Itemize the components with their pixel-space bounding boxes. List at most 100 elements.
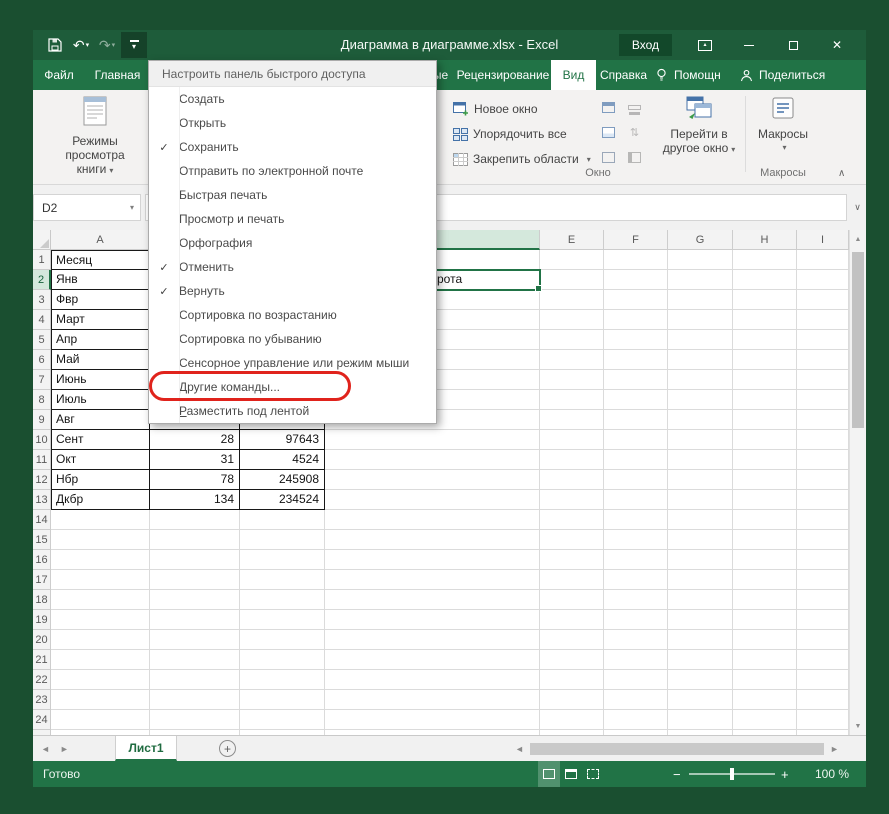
cell-B24[interactable]	[150, 710, 240, 730]
cell-G13[interactable]	[668, 490, 733, 510]
tab-file[interactable]: Файл	[33, 60, 85, 90]
cell-I17[interactable]	[797, 570, 849, 590]
cell-F3[interactable]	[604, 290, 668, 310]
row-header-16[interactable]: 16	[33, 550, 51, 570]
tab-home[interactable]: Главная	[85, 60, 150, 90]
cell-C23[interactable]	[240, 690, 325, 710]
cell-A5[interactable]: Апр	[51, 330, 150, 350]
cell-G11[interactable]	[668, 450, 733, 470]
cell-F23[interactable]	[604, 690, 668, 710]
cell-A23[interactable]	[51, 690, 150, 710]
save-button[interactable]	[43, 32, 67, 58]
cell-G9[interactable]	[668, 410, 733, 430]
cell-H11[interactable]	[733, 450, 797, 470]
cell-A4[interactable]: Март	[51, 310, 150, 330]
cell-G19[interactable]	[668, 610, 733, 630]
macros-button[interactable]: Макросы ▾	[752, 96, 814, 155]
cell-G14[interactable]	[668, 510, 733, 530]
cell-F16[interactable]	[604, 550, 668, 570]
cell-B12[interactable]: 78	[150, 470, 240, 490]
cell-C16[interactable]	[240, 550, 325, 570]
column-header-E[interactable]: E	[540, 230, 604, 250]
cell-I12[interactable]	[797, 470, 849, 490]
page-layout-view-button[interactable]	[560, 761, 582, 787]
cell-B20[interactable]	[150, 630, 240, 650]
cell-A9[interactable]: Авг	[51, 410, 150, 430]
cell-D16[interactable]	[325, 550, 540, 570]
cell-G21[interactable]	[668, 650, 733, 670]
column-header-H[interactable]: H	[733, 230, 797, 250]
cell-C17[interactable]	[240, 570, 325, 590]
row-header-10[interactable]: 10	[33, 430, 51, 450]
cell-F6[interactable]	[604, 350, 668, 370]
cell-E14[interactable]	[540, 510, 604, 530]
cell-B18[interactable]	[150, 590, 240, 610]
cell-C24[interactable]	[240, 710, 325, 730]
cell-C20[interactable]	[240, 630, 325, 650]
menu-item[interactable]: Сортировка по возрастанию	[149, 303, 436, 327]
cell-B21[interactable]	[150, 650, 240, 670]
assistant-button[interactable]: Помощн	[655, 60, 721, 90]
cell-A11[interactable]: Окт	[51, 450, 150, 470]
scroll-up-icon[interactable]: ▲	[850, 231, 866, 247]
cell-A16[interactable]	[51, 550, 150, 570]
cell-E19[interactable]	[540, 610, 604, 630]
cell-D11[interactable]	[325, 450, 540, 470]
cell-D19[interactable]	[325, 610, 540, 630]
cell-I1[interactable]	[797, 250, 849, 270]
cell-I8[interactable]	[797, 390, 849, 410]
cell-F20[interactable]	[604, 630, 668, 650]
cell-B17[interactable]	[150, 570, 240, 590]
cell-E4[interactable]	[540, 310, 604, 330]
cell-H18[interactable]	[733, 590, 797, 610]
cell-F14[interactable]	[604, 510, 668, 530]
column-header-G[interactable]: G	[668, 230, 733, 250]
cell-F7[interactable]	[604, 370, 668, 390]
previous-sheet-icon[interactable]: ◄	[41, 744, 50, 754]
row-header-19[interactable]: 19	[33, 610, 51, 630]
cell-F9[interactable]	[604, 410, 668, 430]
cell-A20[interactable]	[51, 630, 150, 650]
cell-E3[interactable]	[540, 290, 604, 310]
cell-G24[interactable]	[668, 710, 733, 730]
cell-E9[interactable]	[540, 410, 604, 430]
cell-I15[interactable]	[797, 530, 849, 550]
cell-E7[interactable]	[540, 370, 604, 390]
next-sheet-icon[interactable]: ►	[60, 744, 69, 754]
cell-A15[interactable]	[51, 530, 150, 550]
cell-I2[interactable]	[797, 270, 849, 290]
cell-E17[interactable]	[540, 570, 604, 590]
cell-G1[interactable]	[668, 250, 733, 270]
row-header-3[interactable]: 3	[33, 290, 51, 310]
cell-D21[interactable]	[325, 650, 540, 670]
menu-item[interactable]: ✓Вернуть	[149, 279, 436, 303]
cell-A13[interactable]: Дкбр	[51, 490, 150, 510]
cell-C22[interactable]	[240, 670, 325, 690]
cell-I16[interactable]	[797, 550, 849, 570]
zoom-out-button[interactable]: −	[673, 761, 681, 787]
cell-E6[interactable]	[540, 350, 604, 370]
cell-A7[interactable]: Июнь	[51, 370, 150, 390]
cell-F13[interactable]	[604, 490, 668, 510]
cell-A12[interactable]: Нбр	[51, 470, 150, 490]
column-header-I[interactable]: I	[797, 230, 849, 250]
horizontal-scrollbar-thumb[interactable]	[530, 743, 824, 755]
hscroll-right-icon[interactable]: ►	[830, 736, 839, 762]
cell-G10[interactable]	[668, 430, 733, 450]
undo-button[interactable]: ↶▾	[69, 32, 93, 58]
row-header-1[interactable]: 1	[33, 250, 51, 270]
cell-F24[interactable]	[604, 710, 668, 730]
new-window-button[interactable]: Новое окно	[453, 98, 538, 120]
cell-C15[interactable]	[240, 530, 325, 550]
cell-H15[interactable]	[733, 530, 797, 550]
workbook-views-button[interactable]: Режимы просмотра книги▾	[45, 95, 145, 178]
menu-item[interactable]: Открыть	[149, 111, 436, 135]
cell-D15[interactable]	[325, 530, 540, 550]
tab-help[interactable]: Справка	[596, 60, 651, 90]
cell-I9[interactable]	[797, 410, 849, 430]
row-header-7[interactable]: 7	[33, 370, 51, 390]
cell-A10[interactable]: Сент	[51, 430, 150, 450]
cell-G5[interactable]	[668, 330, 733, 350]
row-header-8[interactable]: 8	[33, 390, 51, 410]
cell-F4[interactable]	[604, 310, 668, 330]
